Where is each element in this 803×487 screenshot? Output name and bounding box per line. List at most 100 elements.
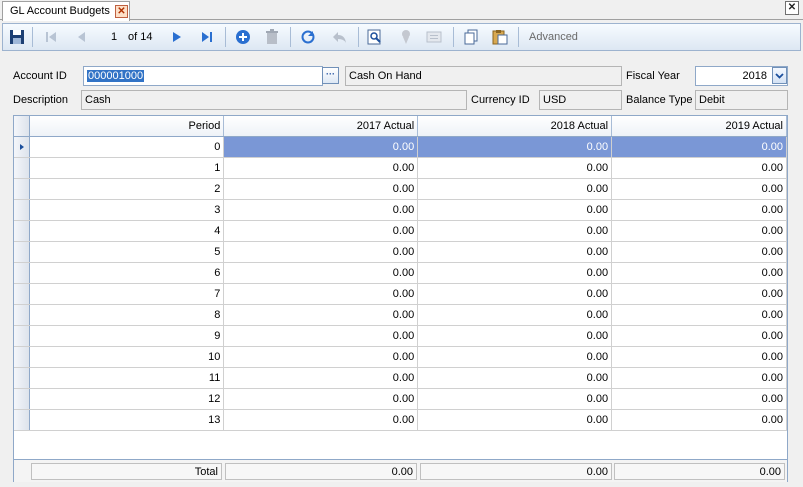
row-indicator[interactable] xyxy=(14,304,31,326)
period-cell[interactable]: 2 xyxy=(29,178,225,200)
tab-gl-account-budgets[interactable]: GL Account Budgets ✕ xyxy=(2,1,130,21)
row-indicator[interactable] xyxy=(14,388,31,410)
table-row[interactable]: 0 0.00 0.00 0.00 xyxy=(14,136,787,158)
period-cell[interactable]: 8 xyxy=(29,304,225,326)
table-row[interactable]: 8 0.00 0.00 0.00 xyxy=(14,304,787,326)
table-row[interactable]: 9 0.00 0.00 0.00 xyxy=(14,325,787,347)
attachment-icon[interactable] xyxy=(395,27,417,47)
2018-actual-cell[interactable]: 0.00 xyxy=(417,304,613,326)
delete-record-icon[interactable] xyxy=(261,27,283,47)
2018-actual-cell[interactable]: 0.00 xyxy=(417,136,613,158)
table-row[interactable]: 1 0.00 0.00 0.00 xyxy=(14,157,787,179)
2019-actual-cell[interactable]: 0.00 xyxy=(611,409,787,431)
account-browse-button[interactable]: ··· xyxy=(322,67,339,84)
2018-actual-cell[interactable]: 0.00 xyxy=(417,367,613,389)
2017-actual-cell[interactable]: 0.00 xyxy=(223,220,419,242)
undo-icon[interactable] xyxy=(329,27,351,47)
2017-actual-cell[interactable]: 0.00 xyxy=(223,199,419,221)
copy-icon[interactable] xyxy=(460,27,482,47)
previous-record-icon[interactable] xyxy=(70,27,92,47)
add-record-icon[interactable] xyxy=(232,27,254,47)
table-row[interactable]: 4 0.00 0.00 0.00 xyxy=(14,220,787,242)
2017-actual-cell[interactable]: 0.00 xyxy=(223,388,419,410)
row-indicator[interactable] xyxy=(14,283,31,305)
row-indicator[interactable] xyxy=(14,136,31,158)
2018-actual-cell[interactable]: 0.00 xyxy=(417,157,613,179)
2017-actual-cell[interactable]: 0.00 xyxy=(223,178,419,200)
period-cell[interactable]: 10 xyxy=(29,346,225,368)
row-indicator[interactable] xyxy=(14,346,31,368)
column-header-2019-actual[interactable]: 2019 Actual xyxy=(611,116,787,137)
period-cell[interactable]: 13 xyxy=(29,409,225,431)
row-indicator[interactable] xyxy=(14,325,31,347)
2018-actual-cell[interactable]: 0.00 xyxy=(417,325,613,347)
lookup-icon[interactable] xyxy=(364,27,386,47)
row-indicator[interactable] xyxy=(14,241,31,263)
table-row[interactable]: 12 0.00 0.00 0.00 xyxy=(14,388,787,410)
table-row[interactable]: 5 0.00 0.00 0.00 xyxy=(14,241,787,263)
table-row[interactable]: 2 0.00 0.00 0.00 xyxy=(14,178,787,200)
2017-actual-cell[interactable]: 0.00 xyxy=(223,241,419,263)
period-cell[interactable]: 4 xyxy=(29,220,225,242)
2018-actual-cell[interactable]: 0.00 xyxy=(417,199,613,221)
save-icon[interactable] xyxy=(6,27,28,47)
2018-actual-cell[interactable]: 0.00 xyxy=(417,388,613,410)
2017-actual-cell[interactable]: 0.00 xyxy=(223,283,419,305)
paste-icon[interactable] xyxy=(489,27,511,47)
chevron-down-icon[interactable] xyxy=(772,67,787,84)
2019-actual-cell[interactable]: 0.00 xyxy=(611,199,787,221)
2019-actual-cell[interactable]: 0.00 xyxy=(611,262,787,284)
2019-actual-cell[interactable]: 0.00 xyxy=(611,157,787,179)
column-header-2018-actual[interactable]: 2018 Actual xyxy=(417,116,613,137)
table-row[interactable]: 13 0.00 0.00 0.00 xyxy=(14,409,787,431)
row-indicator[interactable] xyxy=(14,199,31,221)
2019-actual-cell[interactable]: 0.00 xyxy=(611,325,787,347)
2019-actual-cell[interactable]: 0.00 xyxy=(611,367,787,389)
row-indicator[interactable] xyxy=(14,220,31,242)
2017-actual-cell[interactable]: 0.00 xyxy=(223,136,419,158)
table-row[interactable]: 6 0.00 0.00 0.00 xyxy=(14,262,787,284)
2019-actual-cell[interactable]: 0.00 xyxy=(611,220,787,242)
row-indicator[interactable] xyxy=(14,367,31,389)
column-header-period[interactable]: Period xyxy=(29,116,225,137)
2017-actual-cell[interactable]: 0.00 xyxy=(223,367,419,389)
2017-actual-cell[interactable]: 0.00 xyxy=(223,346,419,368)
period-cell[interactable]: 1 xyxy=(29,157,225,179)
period-cell[interactable]: 3 xyxy=(29,199,225,221)
2019-actual-cell[interactable]: 0.00 xyxy=(611,178,787,200)
table-row[interactable]: 7 0.00 0.00 0.00 xyxy=(14,283,787,305)
last-record-icon[interactable] xyxy=(196,27,218,47)
2017-actual-cell[interactable]: 0.00 xyxy=(223,409,419,431)
2017-actual-cell[interactable]: 0.00 xyxy=(223,262,419,284)
2019-actual-cell[interactable]: 0.00 xyxy=(611,304,787,326)
2018-actual-cell[interactable]: 0.00 xyxy=(417,346,613,368)
row-indicator[interactable] xyxy=(14,178,31,200)
2017-actual-cell[interactable]: 0.00 xyxy=(223,325,419,347)
window-close-icon[interactable]: ✕ xyxy=(785,1,799,15)
2019-actual-cell[interactable]: 0.00 xyxy=(611,388,787,410)
record-position[interactable]: 1 xyxy=(111,31,117,43)
period-cell[interactable]: 9 xyxy=(29,325,225,347)
period-cell[interactable]: 11 xyxy=(29,367,225,389)
2019-actual-cell[interactable]: 0.00 xyxy=(611,241,787,263)
tab-close-icon[interactable]: ✕ xyxy=(115,5,128,18)
table-row[interactable]: 10 0.00 0.00 0.00 xyxy=(14,346,787,368)
period-cell[interactable]: 0 xyxy=(29,136,225,158)
2018-actual-cell[interactable]: 0.00 xyxy=(417,220,613,242)
row-indicator[interactable] xyxy=(14,409,31,431)
advanced-button[interactable]: Advanced xyxy=(529,31,578,43)
2018-actual-cell[interactable]: 0.00 xyxy=(417,283,613,305)
period-cell[interactable]: 5 xyxy=(29,241,225,263)
notes-icon[interactable] xyxy=(423,27,445,47)
first-record-icon[interactable] xyxy=(40,27,62,47)
2019-actual-cell[interactable]: 0.00 xyxy=(611,283,787,305)
period-cell[interactable]: 12 xyxy=(29,388,225,410)
next-record-icon[interactable] xyxy=(166,27,188,47)
2018-actual-cell[interactable]: 0.00 xyxy=(417,262,613,284)
2017-actual-cell[interactable]: 0.00 xyxy=(223,304,419,326)
table-row[interactable]: 3 0.00 0.00 0.00 xyxy=(14,199,787,221)
refresh-icon[interactable] xyxy=(297,27,319,47)
2017-actual-cell[interactable]: 0.00 xyxy=(223,157,419,179)
period-cell[interactable]: 6 xyxy=(29,262,225,284)
2018-actual-cell[interactable]: 0.00 xyxy=(417,409,613,431)
